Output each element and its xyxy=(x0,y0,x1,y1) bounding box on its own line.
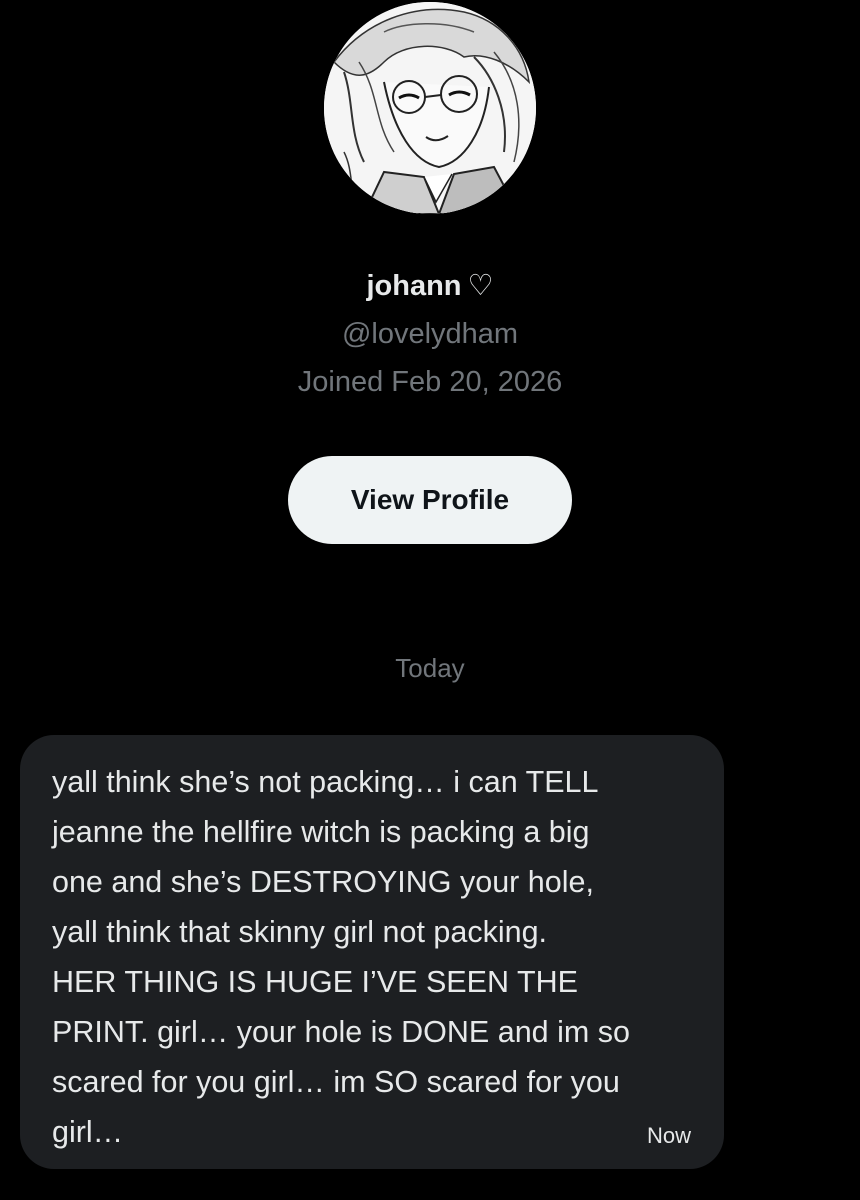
message-line: HER THING IS HUGE I’VE SEEN THE xyxy=(52,965,578,999)
message-line: girl… xyxy=(52,1115,124,1149)
message-line: one and she’s DESTROYING your hole, xyxy=(52,865,594,899)
message-bubble[interactable]: yall think she’s not packing… i can TELL… xyxy=(20,735,724,1169)
message-line: jeanne the hellfire witch is packing a b… xyxy=(52,815,590,849)
message-line: scared for you girl… im SO scared for yo… xyxy=(52,1065,620,1099)
joined-date: Joined Feb 20, 2026 xyxy=(297,366,563,398)
display-name-row: johann ♡ xyxy=(0,266,860,306)
message-timestamp: Now xyxy=(646,1123,691,1148)
avatar[interactable] xyxy=(324,2,536,214)
display-name: johann xyxy=(366,270,462,302)
view-profile-button[interactable]: View Profile xyxy=(288,456,572,544)
message-line: PRINT. girl… your hole is DONE and im so xyxy=(52,1015,630,1049)
date-divider: Today xyxy=(395,653,465,683)
user-handle: @lovelydham xyxy=(341,318,519,350)
message-line: yall think that skinny girl not packing. xyxy=(52,915,548,949)
heart-icon: ♡ xyxy=(467,270,494,302)
anime-avatar-icon xyxy=(324,2,536,214)
message-line: yall think she’s not packing… i can TELL xyxy=(52,765,599,799)
message-text: yall think she’s not packing… i can TELL… xyxy=(52,757,712,1157)
